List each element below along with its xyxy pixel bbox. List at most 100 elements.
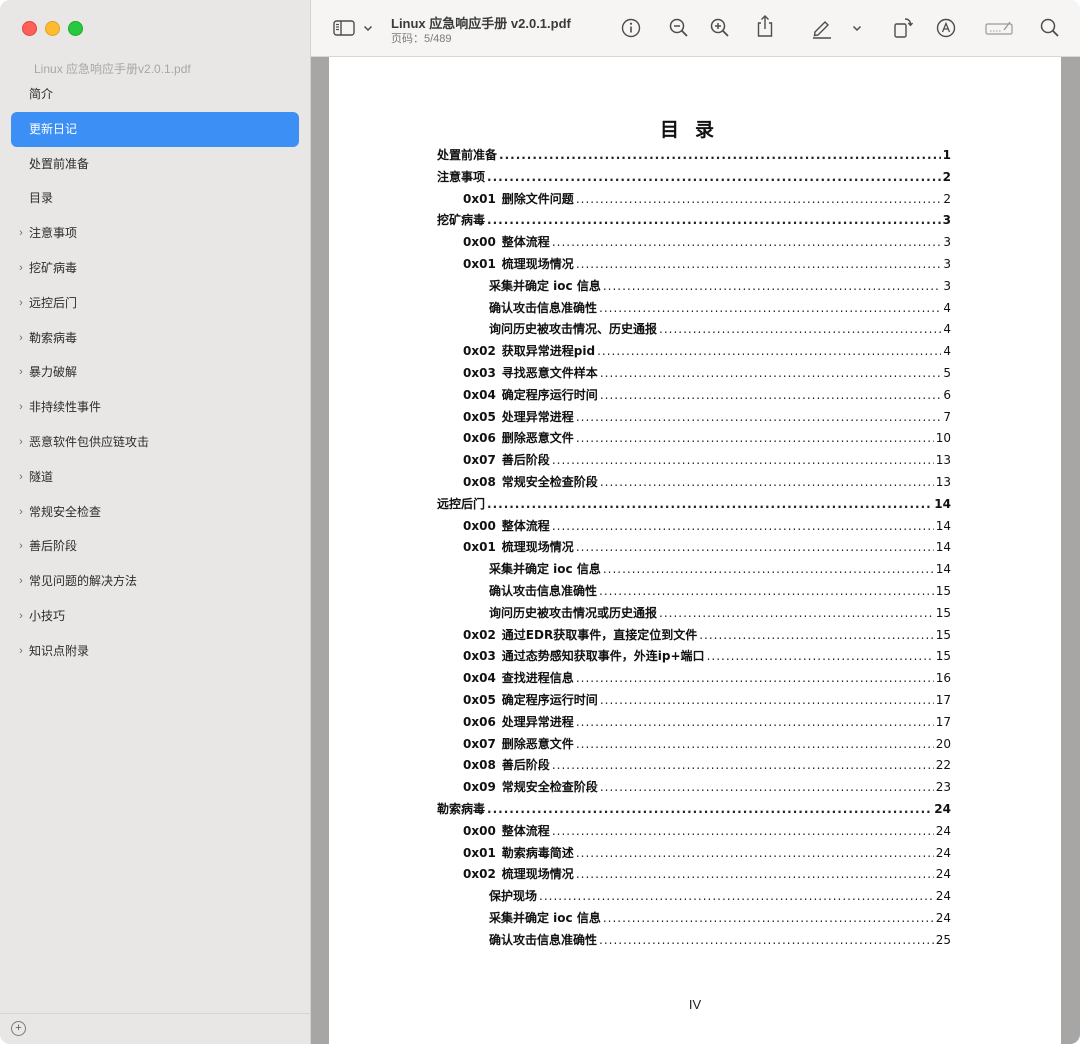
toc-entry[interactable]: 0x00 整体流程 14	[437, 516, 951, 538]
toc-entry[interactable]: 注意事项 2	[437, 167, 951, 189]
chevron-down-icon[interactable]	[363, 16, 373, 40]
chevron-right-icon[interactable]: ›	[16, 634, 26, 669]
toc-entry-number: 0x00	[463, 518, 496, 533]
toc-entry[interactable]: 0x00 整体流程 24	[437, 821, 951, 843]
sidebar-item[interactable]: › 知识点附录	[11, 634, 299, 669]
close-button[interactable]	[22, 21, 37, 36]
minimize-button[interactable]	[45, 21, 60, 36]
zoom-button[interactable]	[68, 21, 83, 36]
toc-entry[interactable]: 0x01 删除文件问题 2	[437, 189, 951, 211]
toc-entry[interactable]: 询问历史被攻击情况或历史通报 15	[437, 603, 951, 625]
chevron-right-icon[interactable]: ›	[16, 286, 26, 321]
chevron-right-icon[interactable]: ›	[16, 321, 26, 356]
toc-entry-page: 24	[935, 845, 951, 860]
toc-entry-number: 0x06	[463, 714, 496, 729]
chevron-right-icon[interactable]: ›	[16, 460, 26, 495]
toc-entry[interactable]: 0x04 确定程序运行时间 6	[437, 385, 951, 407]
sidebar-item[interactable]: 更新日记	[11, 111, 299, 147]
toc-entry-text: 梳理现场情况	[501, 867, 574, 882]
zoom-out-icon[interactable]	[669, 16, 689, 40]
toc-entry[interactable]: 0x04 查找进程信息 16	[437, 668, 951, 690]
toc-entry-text: 确认攻击信息准确性	[489, 300, 598, 315]
toc-entry[interactable]: 0x01 勒索病毒简述 24	[437, 843, 951, 865]
document-viewport[interactable]: 目录 处置前准备1注意事项20x01删除文件问题2挖矿病毒30x00整体流程30…	[311, 57, 1080, 1044]
sidebar-item[interactable]: › 善后阶段	[11, 529, 299, 564]
highlight-options-chevron-icon[interactable]	[852, 16, 862, 40]
toc-entry[interactable]: 采集并确定 ioc 信息 14	[437, 559, 951, 581]
toc-entry-text: 删除恶意文件	[501, 736, 574, 751]
toc-entry[interactable]: 0x03 寻找恶意文件样本 5	[437, 363, 951, 385]
sidebar-item[interactable]: 目录	[11, 181, 299, 216]
chevron-right-icon[interactable]: ›	[16, 390, 26, 425]
toc-entry-number: 0x09	[463, 780, 496, 795]
share-icon[interactable]	[756, 14, 774, 38]
sidebar-item[interactable]: › 非持续性事件	[11, 390, 299, 425]
toc-entry[interactable]: 0x06 删除恶意文件 10	[437, 428, 951, 450]
sidebar-item[interactable]: › 常见问题的解决方法	[11, 564, 299, 599]
toc-leader-dots	[552, 755, 934, 777]
toc-entry[interactable]: 0x08 常规安全检查阶段 13	[437, 472, 951, 494]
sidebar-item[interactable]: › 常规安全检查	[11, 495, 299, 530]
chevron-right-icon[interactable]: ›	[16, 216, 26, 251]
chevron-right-icon[interactable]: ›	[16, 564, 26, 599]
toc-entry[interactable]: 0x07 善后阶段 13	[437, 450, 951, 472]
chevron-right-icon[interactable]: ›	[16, 529, 26, 564]
sidebar-item[interactable]: › 小技巧	[11, 599, 299, 634]
toc-entry-label: 0x01 删除文件问题	[463, 189, 574, 211]
highlight-icon[interactable]	[811, 16, 833, 40]
toc-entry[interactable]: 0x01 梳理现场情况 3	[437, 254, 951, 276]
chevron-right-icon[interactable]: ›	[16, 599, 26, 634]
zoom-in-icon[interactable]	[710, 16, 730, 40]
sidebar-item[interactable]: › 勒索病毒	[11, 321, 299, 356]
toc-entry[interactable]: 处置前准备 1	[437, 145, 951, 167]
rotate-icon[interactable]	[893, 16, 913, 40]
toc-entry[interactable]: 保护现场 24	[437, 886, 951, 908]
toc-entry[interactable]: 0x06 处理异常进程 17	[437, 712, 951, 734]
sidebar-item[interactable]: 简介	[11, 77, 299, 112]
toc-entry[interactable]: 挖矿病毒 3	[437, 210, 951, 232]
toc-entry[interactable]: 0x05 确定程序运行时间 17	[437, 690, 951, 712]
toc-entry[interactable]: 确认攻击信息准确性 25	[437, 930, 951, 952]
chevron-right-icon[interactable]: ›	[16, 495, 26, 530]
toc-leader-dots	[487, 167, 941, 189]
toc-entry-page: 24	[934, 801, 951, 816]
toc-entry[interactable]: 0x01 梳理现场情况 14	[437, 537, 951, 559]
info-icon[interactable]	[621, 16, 641, 40]
toc-entry[interactable]: 0x02 梳理现场情况 24	[437, 864, 951, 886]
chevron-right-icon[interactable]: ›	[16, 251, 26, 286]
toc-entry-text: 远控后门	[437, 496, 486, 511]
toc-leader-dots	[599, 298, 941, 320]
toc-entry[interactable]: 采集并确定 ioc 信息 24	[437, 908, 951, 930]
toc-entry[interactable]: 勒索病毒 24	[437, 799, 951, 821]
search-icon[interactable]	[1040, 16, 1060, 40]
form-fill-icon[interactable]	[985, 16, 1013, 40]
toc-entry[interactable]: 确认攻击信息准确性 15	[437, 581, 951, 603]
toc-entry[interactable]: 询问历史被攻击情况、历史通报 4	[437, 319, 951, 341]
toc-entry-text: 勒索病毒	[437, 801, 486, 816]
sidebar-item[interactable]: › 隧道	[11, 460, 299, 495]
sidebar-item[interactable]: › 注意事项	[11, 216, 299, 251]
toc-entry-label: 挖矿病毒	[437, 210, 485, 232]
toc-entry[interactable]: 0x07 删除恶意文件 20	[437, 734, 951, 756]
toc-entry[interactable]: 0x02 获取异常进程pid 4	[437, 341, 951, 363]
toc-entry[interactable]: 采集并确定 ioc 信息 3	[437, 276, 951, 298]
add-icon[interactable]: +	[11, 1021, 26, 1036]
sidebar-toggle-icon[interactable]	[333, 16, 355, 40]
toc-entry[interactable]: 0x03 通过态势感知获取事件，外连ip+端口 15	[437, 646, 951, 668]
toc-entry[interactable]: 0x05 处理异常进程 7	[437, 407, 951, 429]
toc-entry[interactable]: 0x00 整体流程 3	[437, 232, 951, 254]
sidebar-item[interactable]: › 暴力破解	[11, 355, 299, 390]
chevron-right-icon[interactable]: ›	[16, 425, 26, 460]
sidebar-item[interactable]: 处置前准备	[11, 147, 299, 182]
sidebar-item[interactable]: › 远控后门	[11, 286, 299, 321]
chevron-right-icon[interactable]: ›	[16, 355, 26, 390]
toc-entry[interactable]: 确认攻击信息准确性 4	[437, 298, 951, 320]
toc-entry[interactable]: 0x08 善后阶段 22	[437, 755, 951, 777]
toc-entry[interactable]: 远控后门 14	[437, 494, 951, 516]
toc-entry-label: 0x03 通过态势感知获取事件，外连ip+端口	[463, 646, 705, 668]
toc-entry[interactable]: 0x09 常规安全检查阶段 23	[437, 777, 951, 799]
toc-entry[interactable]: 0x02 通过EDR获取事件，直接定位到文件 15	[437, 625, 951, 647]
markup-icon[interactable]	[936, 16, 956, 40]
sidebar-item[interactable]: › 恶意软件包供应链攻击	[11, 425, 299, 460]
sidebar-item[interactable]: › 挖矿病毒	[11, 251, 299, 286]
